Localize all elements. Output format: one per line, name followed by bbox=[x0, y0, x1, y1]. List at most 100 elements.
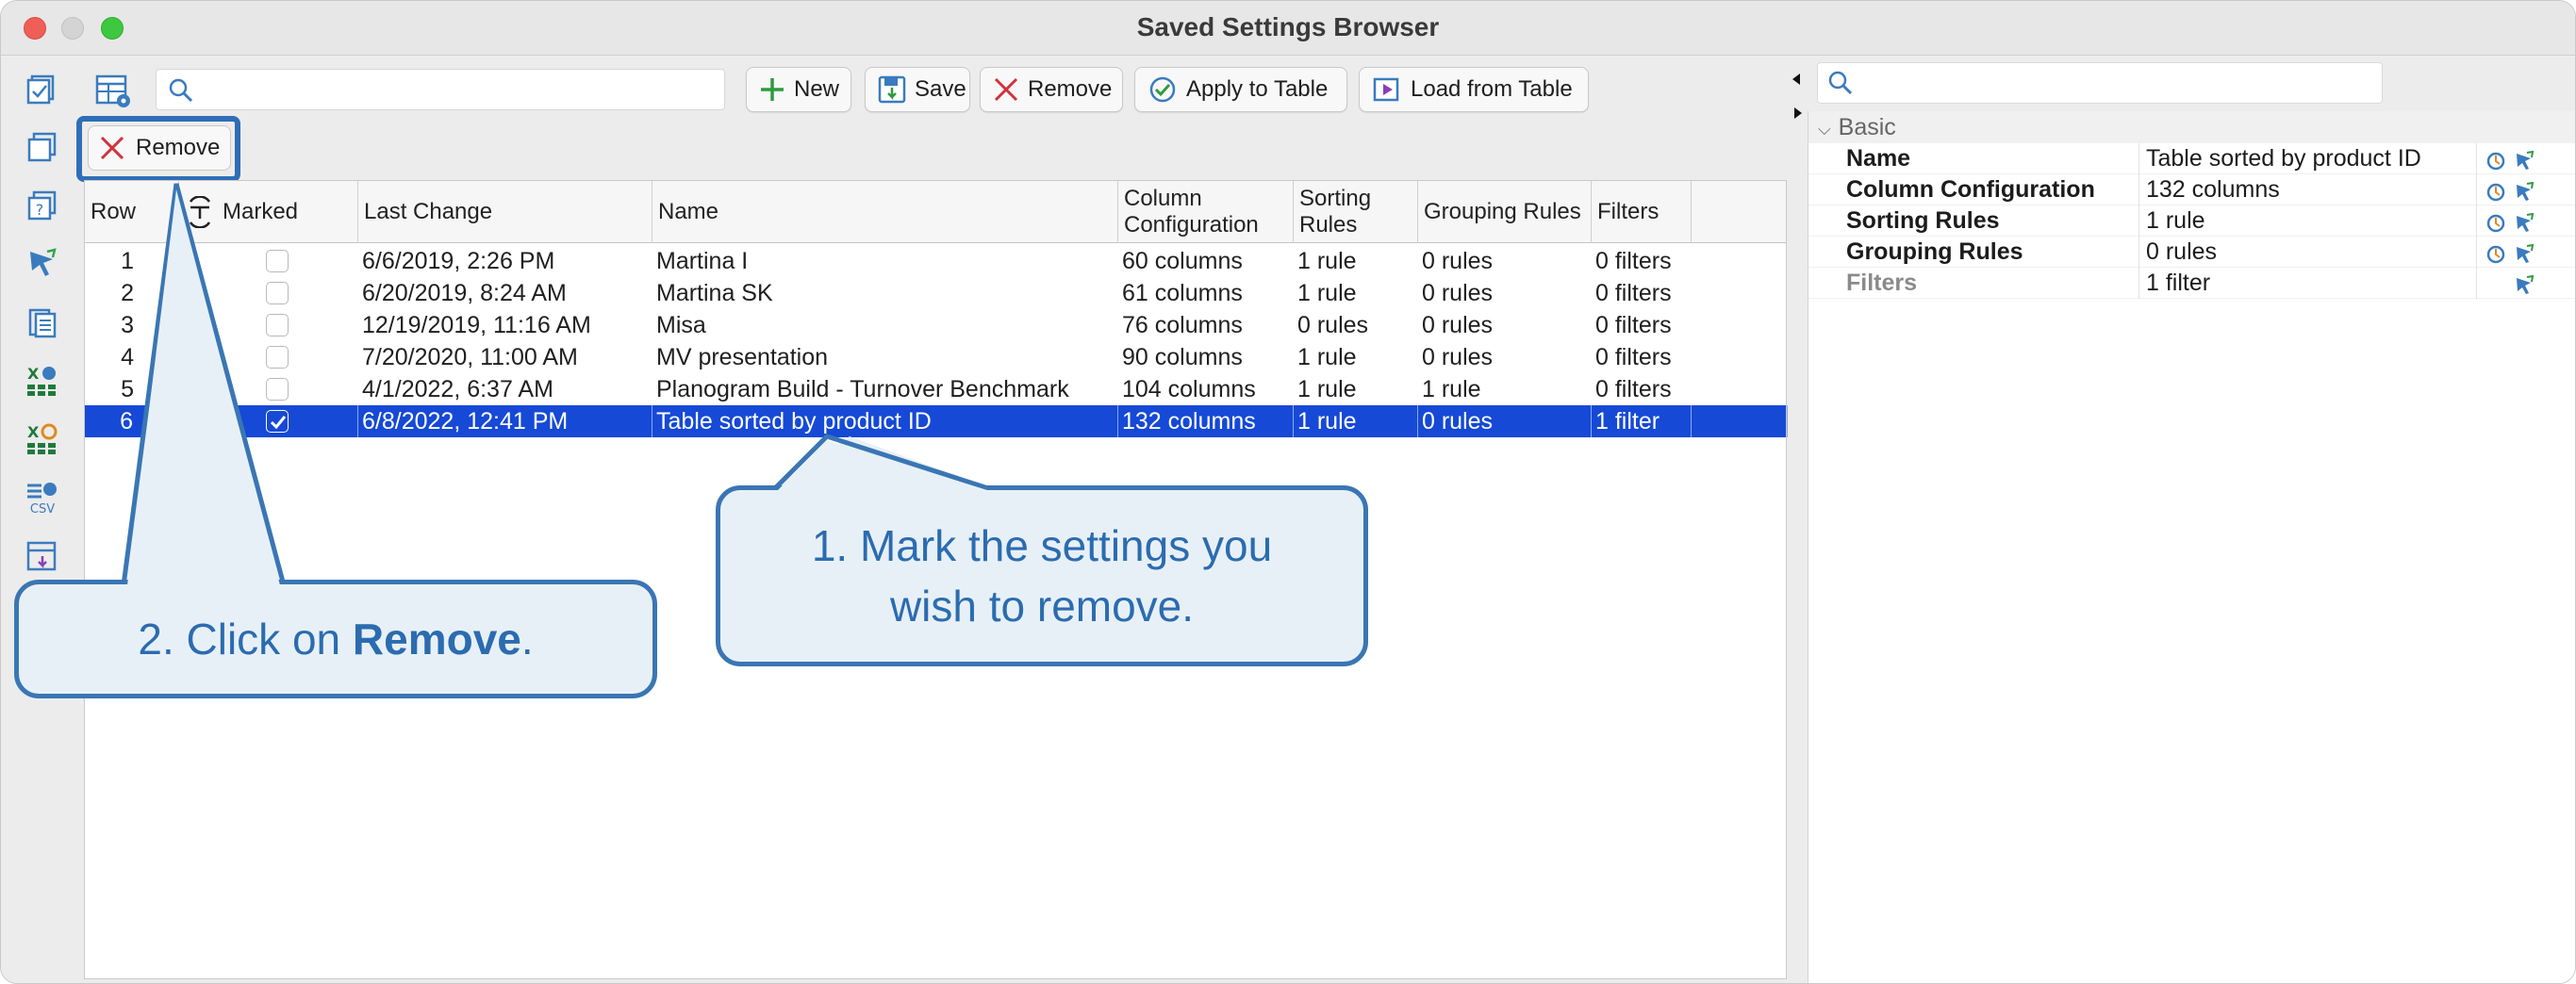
excel-settings-icon[interactable]: X bbox=[24, 420, 61, 458]
property-value: 1 filter bbox=[2146, 270, 2211, 296]
grouping-cell: 0 rules bbox=[1418, 405, 1592, 437]
column-header-filters[interactable]: Filters bbox=[1592, 181, 1692, 243]
search-icon bbox=[1828, 71, 1853, 95]
column-header-grouping-rules[interactable]: Grouping Rules bbox=[1418, 181, 1592, 243]
reset-icon[interactable] bbox=[2485, 242, 2506, 264]
saved-settings-window: Saved Settings Browser ? X X CSV New Sav… bbox=[0, 0, 2576, 984]
panel-splitter[interactable] bbox=[1789, 57, 1808, 983]
table-settings-icon[interactable] bbox=[93, 71, 133, 110]
save-icon bbox=[877, 74, 907, 106]
marked-cell bbox=[179, 245, 358, 277]
checklist-icon[interactable] bbox=[24, 70, 61, 107]
property-value: 1 rule bbox=[2146, 207, 2205, 234]
filters-cell: 0 filters bbox=[1595, 344, 1672, 370]
sorting-cell: 1 rule bbox=[1297, 280, 1357, 306]
property-divider bbox=[2476, 174, 2477, 205]
reset-icon[interactable] bbox=[2485, 149, 2506, 171]
columns-cell: 90 columns bbox=[1122, 344, 1243, 370]
property-row[interactable]: Filters 1 filter bbox=[1808, 268, 2575, 299]
csv-export-icon[interactable]: CSV bbox=[24, 479, 61, 517]
mark-checkbox[interactable] bbox=[266, 410, 289, 433]
table-row[interactable]: 4 7/20/2020, 11:00 AM MV presentation 90 co… bbox=[85, 341, 1786, 373]
apply-property-icon[interactable] bbox=[2514, 273, 2535, 294]
table-row[interactable]: 5 4/1/2022, 6:37 AM Planogram Build - Turn… bbox=[85, 373, 1786, 405]
apply-property-icon[interactable] bbox=[2514, 242, 2535, 263]
mark-checkbox[interactable] bbox=[266, 378, 289, 401]
filters-cell: 0 filters bbox=[1595, 248, 1672, 274]
chevron-down-icon: ⌵ bbox=[1818, 120, 1831, 139]
mark-checkbox[interactable] bbox=[266, 314, 289, 336]
excel-export-icon[interactable]: X bbox=[24, 362, 61, 400]
table-header: Row Marked Last Change Name Column Confi… bbox=[85, 181, 1786, 243]
column-header-sorting-rules[interactable]: Sorting Rules bbox=[1294, 181, 1418, 243]
column-header-column-configuration[interactable]: Column Configuration bbox=[1118, 181, 1294, 243]
marked-cell bbox=[179, 341, 358, 373]
name-cell: Martina I bbox=[656, 248, 749, 274]
apply-property-icon[interactable] bbox=[2514, 211, 2535, 232]
document-list-icon[interactable] bbox=[24, 303, 61, 341]
grouping-cell: 0 rules bbox=[1422, 248, 1494, 274]
properties-group-header[interactable]: ⌵ Basic bbox=[1808, 111, 2575, 143]
plus-icon bbox=[758, 74, 786, 106]
empty-cell bbox=[1692, 277, 1788, 309]
row-cell: 3 bbox=[121, 312, 134, 338]
new-button[interactable]: New bbox=[746, 67, 851, 112]
property-divider bbox=[2138, 237, 2139, 268]
left-tool-strip: ? X X CSV bbox=[1, 57, 82, 983]
close-x-icon bbox=[992, 74, 1020, 106]
table-row[interactable]: 3 12/19/2019, 11:16 AM Misa 76 columns 0 rul… bbox=[85, 309, 1786, 341]
filters-cell: 1 filter bbox=[1592, 405, 1692, 437]
column-header-last-change[interactable]: Last Change bbox=[358, 181, 652, 243]
property-value: Table sorted by product ID bbox=[2146, 145, 2421, 172]
load-from-table-button[interactable]: Load from Table bbox=[1359, 67, 1589, 112]
sorting-cell: 1 rule bbox=[1297, 344, 1357, 370]
column-header-name[interactable]: Name bbox=[652, 181, 1118, 243]
mark-checkbox[interactable] bbox=[266, 282, 289, 304]
property-divider bbox=[2476, 268, 2477, 299]
help-docs-icon[interactable]: ? bbox=[24, 187, 61, 224]
properties-list: ⌵ Basic Name Table sorted by product ID Col… bbox=[1808, 111, 2575, 983]
empty-cell bbox=[1692, 245, 1788, 277]
columns-cell: 76 columns bbox=[1122, 312, 1243, 338]
marked-cell bbox=[179, 277, 358, 309]
table-row[interactable]: 1 6/6/2019, 2:26 PM Martina I 60 columns 1 r… bbox=[85, 245, 1786, 277]
apply-to-table-button[interactable]: Apply to Table bbox=[1134, 67, 1347, 112]
property-divider bbox=[2476, 205, 2477, 237]
properties-search-input[interactable] bbox=[1817, 62, 2383, 104]
property-row[interactable]: Name Table sorted by product ID bbox=[1808, 143, 2575, 174]
property-row[interactable]: Grouping Rules 0 rules bbox=[1808, 237, 2575, 268]
remove-button[interactable]: Remove bbox=[980, 67, 1123, 112]
property-divider bbox=[2138, 174, 2139, 205]
column-header-row[interactable]: Row bbox=[85, 181, 179, 243]
property-row[interactable]: Sorting Rules 1 rule bbox=[1808, 205, 2575, 237]
table-row[interactable]: 6 6/8/2022, 12:41 PM Table sorted by produ… bbox=[85, 405, 1788, 437]
marked-cell bbox=[179, 373, 358, 405]
svg-text:X: X bbox=[27, 423, 40, 441]
columns-cell: 60 columns bbox=[1122, 248, 1243, 274]
table-import-icon[interactable] bbox=[24, 537, 61, 575]
search-input[interactable] bbox=[156, 69, 725, 110]
property-divider bbox=[2138, 143, 2139, 174]
property-row[interactable]: Column Configuration 132 columns bbox=[1808, 174, 2575, 205]
apply-property-icon[interactable] bbox=[2514, 149, 2535, 170]
grouping-cell: 1 rule bbox=[1422, 376, 1481, 402]
reset-icon[interactable] bbox=[2485, 211, 2506, 233]
mark-checkbox[interactable] bbox=[266, 250, 289, 272]
name-cell: Table sorted by product ID bbox=[652, 405, 1118, 437]
columns-cell: 61 columns bbox=[1122, 280, 1243, 306]
empty-cell bbox=[1692, 341, 1788, 373]
load-icon bbox=[1371, 74, 1403, 106]
copy-icon[interactable] bbox=[24, 128, 61, 166]
reset-icon[interactable] bbox=[2485, 180, 2506, 202]
filters-cell: 0 filters bbox=[1595, 376, 1672, 402]
name-cell: Planogram Build - Turnover Benchmark bbox=[656, 376, 1069, 402]
save-button[interactable]: Save bbox=[865, 67, 970, 112]
apply-property-icon[interactable] bbox=[2514, 180, 2535, 201]
table-row[interactable]: 2 6/20/2019, 8:24 AM Martina SK 61 columns 1… bbox=[85, 277, 1786, 309]
mark-checkbox[interactable] bbox=[266, 346, 289, 369]
empty-cell bbox=[1692, 405, 1788, 437]
column-header-marked[interactable]: Marked bbox=[179, 181, 358, 243]
sorting-cell: 1 rule bbox=[1294, 405, 1418, 437]
collapse-arrows-icon[interactable] bbox=[1791, 68, 1804, 124]
pointer-icon[interactable] bbox=[24, 245, 61, 283]
